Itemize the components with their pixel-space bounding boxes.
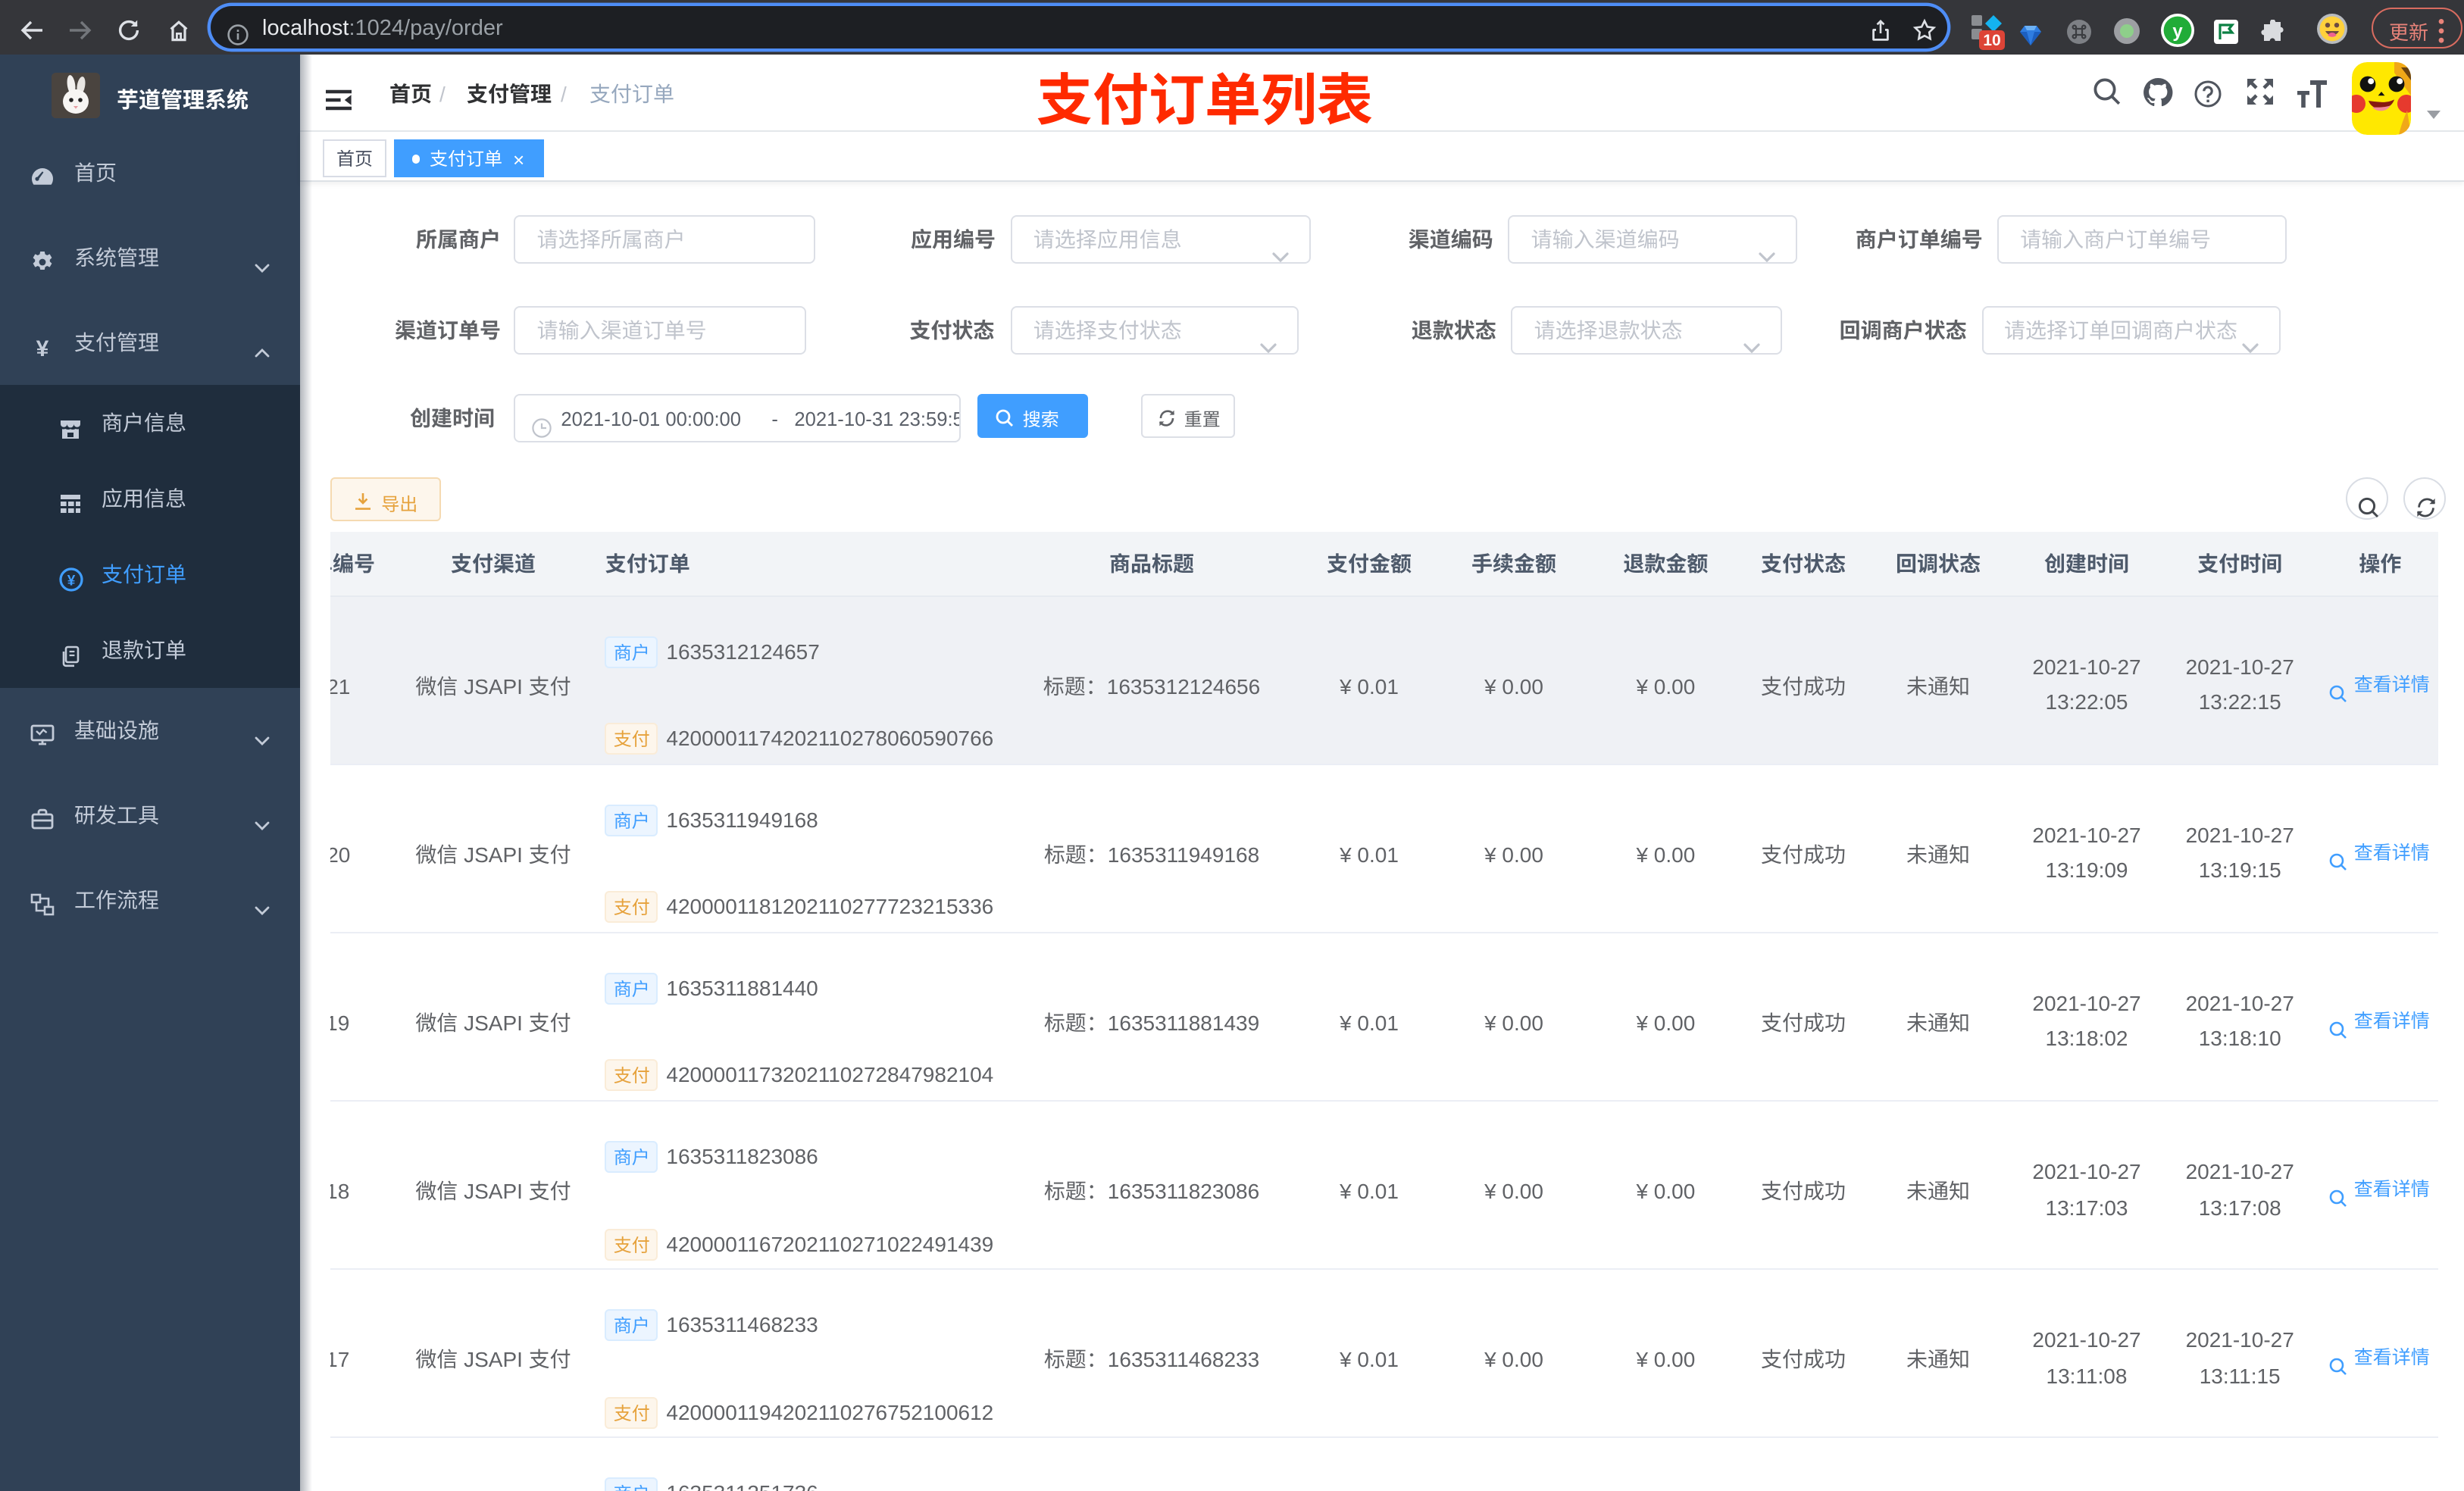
svg-text:¥: ¥	[36, 336, 49, 359]
svg-text:¥: ¥	[67, 574, 76, 589]
svg-text:10: 10	[1983, 32, 2000, 49]
svg-text:y: y	[2172, 21, 2183, 42]
